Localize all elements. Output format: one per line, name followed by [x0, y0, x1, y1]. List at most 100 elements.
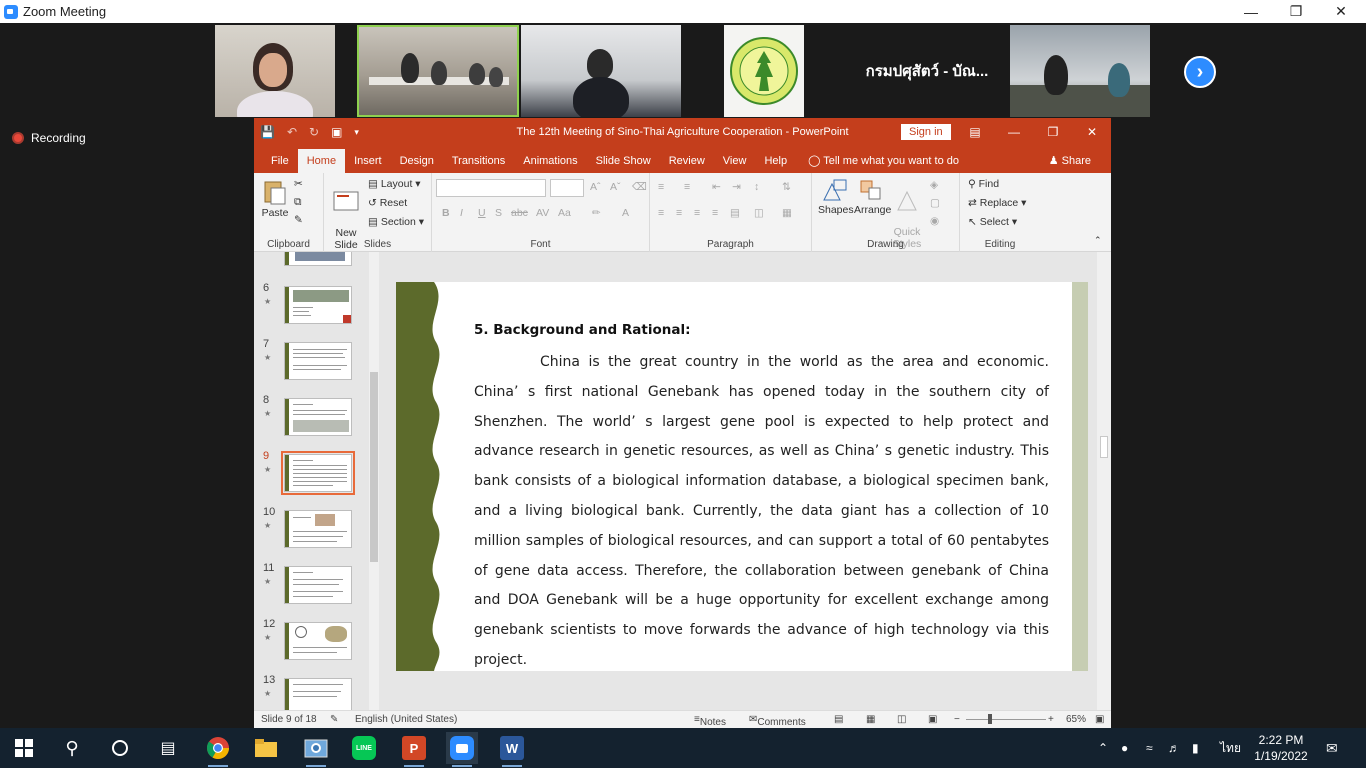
wifi-icon[interactable]: ≈	[1146, 728, 1162, 768]
microphone-icon[interactable]: ●	[1121, 728, 1135, 768]
align-right-icon[interactable]: ≡	[694, 207, 700, 219]
tab-animations[interactable]: Animations	[514, 149, 586, 173]
shapes-button[interactable]: Shapes	[818, 178, 854, 216]
task-view-icon[interactable]: ▤	[152, 732, 184, 764]
notes-button[interactable]: ≡ Notes	[694, 714, 726, 728]
reset-button[interactable]: ↺ Reset	[368, 197, 407, 209]
participant-video-3[interactable]	[521, 25, 681, 117]
minimize-icon[interactable]: —	[1228, 0, 1274, 23]
gallery-next-button[interactable]: ›	[1184, 56, 1216, 88]
ribbon-display-icon[interactable]: ▤	[956, 118, 994, 146]
align-center-icon[interactable]: ≡	[676, 207, 682, 219]
shadow-icon[interactable]: S	[495, 207, 502, 219]
powerpoint-taskbar-icon[interactable]: P	[398, 732, 430, 767]
format-painter-icon[interactable]: ✎	[294, 214, 303, 226]
tab-transitions[interactable]: Transitions	[443, 149, 514, 173]
slide-sorter-icon[interactable]: ▦	[866, 714, 875, 725]
paste-button[interactable]: Paste	[260, 179, 290, 219]
shape-outline-icon[interactable]: ▢	[930, 197, 940, 209]
word-taskbar-icon[interactable]: W	[496, 732, 528, 767]
input-language[interactable]: ไทย	[1220, 728, 1246, 768]
notification-icon[interactable]: ✉	[1326, 728, 1342, 768]
normal-view-icon[interactable]: ▤	[834, 714, 843, 725]
find-button[interactable]: ⚲ Find	[968, 178, 999, 190]
thumbnail-slide-7[interactable]	[284, 342, 352, 380]
slide-thumbnail-pane[interactable]: 6 ★ 7 ★ 8 ★ 9 ★ 10 ★ 11 ★ 12 ★ 13 ★	[254, 252, 384, 710]
tab-file[interactable]: File	[262, 149, 298, 173]
participant-video-1[interactable]	[215, 25, 335, 117]
zoom-slider[interactable]	[966, 719, 1046, 720]
participant-video-4[interactable]	[724, 25, 804, 117]
tab-design[interactable]: Design	[391, 149, 443, 173]
current-slide[interactable]: 5. Background and Rational: China is the…	[396, 282, 1088, 671]
tab-slide-show[interactable]: Slide Show	[587, 149, 660, 173]
smartart-icon[interactable]: ▦	[782, 207, 792, 219]
arrange-button[interactable]: Arrange	[854, 178, 891, 216]
tab-view[interactable]: View	[714, 149, 756, 173]
thumbnail-slide-11[interactable]	[284, 566, 352, 604]
participant-video-6[interactable]	[1010, 25, 1150, 117]
thumbnail-slide-5[interactable]	[284, 252, 352, 266]
thumbnail-slide-13[interactable]	[284, 678, 352, 710]
thumbnail-slide-10[interactable]	[284, 510, 352, 548]
thumbnail-slide-6[interactable]	[284, 286, 352, 324]
chrome-icon[interactable]	[202, 732, 234, 767]
distributed-icon[interactable]: ▤	[730, 207, 740, 219]
slideshow-view-icon[interactable]: ▣	[928, 714, 937, 725]
taskbar-clock[interactable]: 2:22 PM 1/19/2022	[1252, 732, 1310, 764]
underline-icon[interactable]: U	[478, 207, 486, 219]
windows-start-icon[interactable]	[8, 732, 40, 764]
volume-icon[interactable]: ♬	[1168, 728, 1184, 768]
language-indicator[interactable]: English (United States)	[355, 714, 457, 725]
canvas-scrollbar[interactable]	[1097, 252, 1111, 710]
strikethrough-icon[interactable]: abc	[511, 207, 528, 219]
justify-icon[interactable]: ≡	[712, 207, 718, 219]
comments-button[interactable]: ✉ Comments	[749, 714, 806, 728]
font-shrink-icon[interactable]: Aˇ	[610, 181, 621, 193]
thumbnail-scroll-thumb[interactable]	[370, 372, 378, 562]
spelling-icon[interactable]: ✎	[330, 714, 338, 725]
share-button[interactable]: ♟ Share	[1049, 149, 1091, 173]
battery-icon[interactable]: ▮	[1192, 728, 1210, 768]
slide-body-text[interactable]: China is the great country in the world …	[474, 348, 1049, 671]
line-app-icon[interactable]: LINE	[348, 732, 380, 764]
zoom-in-icon[interactable]: +	[1048, 714, 1054, 725]
bold-icon[interactable]: B	[442, 207, 450, 219]
text-direction-icon[interactable]: ⇅	[782, 181, 791, 193]
redo-icon[interactable]: ↻	[309, 125, 319, 139]
thumbnail-slide-9-selected[interactable]	[281, 451, 355, 495]
font-size-box[interactable]	[550, 179, 584, 197]
fit-to-window-icon[interactable]: ▣	[1095, 714, 1104, 725]
select-button[interactable]: ↖ Select ▾	[968, 216, 1017, 228]
thumbnail-scrollbar[interactable]	[369, 252, 379, 710]
slide-canvas[interactable]: 5. Background and Rational: China is the…	[384, 252, 1111, 710]
tab-review[interactable]: Review	[660, 149, 714, 173]
change-case-icon[interactable]: Aa	[558, 207, 571, 219]
highlight-icon[interactable]: ✏	[592, 207, 601, 219]
zoom-slider-handle[interactable]	[988, 714, 992, 724]
tab-insert[interactable]: Insert	[345, 149, 391, 173]
participant-video-2-active-speaker[interactable]	[357, 25, 519, 117]
tray-overflow-icon[interactable]: ⌃	[1098, 728, 1112, 768]
numbering-icon[interactable]: ≡	[684, 181, 690, 193]
thumbnail-slide-8[interactable]	[284, 398, 352, 436]
undo-icon[interactable]: ↶	[287, 125, 297, 139]
ppt-close-icon[interactable]: ✕	[1073, 118, 1111, 146]
zoom-out-icon[interactable]: −	[954, 714, 960, 725]
photos-app-icon[interactable]	[300, 732, 332, 767]
increase-indent-icon[interactable]: ⇥	[732, 181, 741, 193]
shape-fill-icon[interactable]: ◈	[930, 179, 938, 191]
align-left-icon[interactable]: ≡	[658, 207, 664, 219]
font-name-box[interactable]	[436, 179, 546, 197]
ppt-restore-icon[interactable]: ❐	[1034, 118, 1072, 146]
file-explorer-icon[interactable]	[250, 732, 282, 764]
copy-icon[interactable]: ⧉	[294, 196, 302, 209]
italic-icon[interactable]: I	[460, 207, 463, 219]
columns-icon[interactable]: ◫	[754, 207, 764, 219]
bullets-icon[interactable]: ≡	[658, 181, 664, 193]
cortana-icon[interactable]	[104, 732, 136, 764]
reading-view-icon[interactable]: ◫	[897, 714, 906, 725]
restore-icon[interactable]: ❐	[1273, 0, 1319, 23]
tab-home[interactable]: Home	[297, 149, 346, 173]
font-color-icon[interactable]: A	[622, 207, 629, 219]
